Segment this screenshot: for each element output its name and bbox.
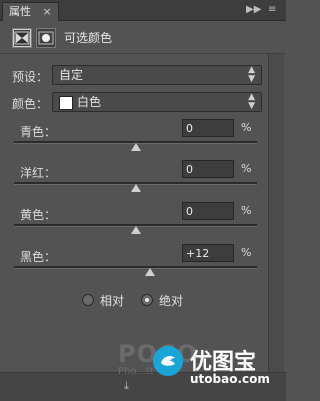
color-swatch xyxy=(59,96,73,110)
magenta-unit: % xyxy=(241,162,252,175)
chevron-updown-icon: ▲ ▼ xyxy=(248,92,255,111)
adjustment-title: 可选颜色 xyxy=(64,31,113,45)
black-track[interactable] xyxy=(14,266,257,269)
chevron-updown-icon: ▲ ▼ xyxy=(248,65,255,84)
tab-properties[interactable]: 属性 × xyxy=(2,2,59,21)
colors-select[interactable]: 白色 ▲ ▼ xyxy=(52,92,262,112)
close-icon[interactable]: × xyxy=(43,5,52,18)
adjustment-header: 可选颜色 xyxy=(0,21,286,54)
magenta-label: 洋红： xyxy=(20,166,57,180)
cyan-thumb[interactable] xyxy=(130,143,141,151)
yellow-input[interactable]: 0 xyxy=(182,202,234,220)
bird-logo-icon xyxy=(153,346,183,376)
watermark-sub: Pho...tt xyxy=(118,366,154,377)
magenta-thumb[interactable] xyxy=(130,184,141,192)
properties-panel: 属性 × ▶▶ ≡ 可选颜色 预设： 自定 ▲ ▼ 颜色： 白色 ▲ ▼ 青色：… xyxy=(0,0,286,401)
scrollbar[interactable] xyxy=(268,54,284,372)
black-thumb[interactable] xyxy=(145,268,156,276)
watermark-url: utobao.com xyxy=(190,372,270,386)
yellow-thumb[interactable] xyxy=(130,226,141,234)
colors-value: 白色 xyxy=(77,95,102,109)
absolute-label: 绝对 xyxy=(159,294,184,308)
preset-label: 预设： xyxy=(12,70,49,84)
mask-icon[interactable] xyxy=(36,28,56,48)
yellow-unit: % xyxy=(241,204,252,217)
yellow-label: 黄色： xyxy=(20,208,57,222)
relative-radio[interactable] xyxy=(82,294,94,306)
cyan-input[interactable]: 0 xyxy=(182,119,234,137)
relative-label: 相对 xyxy=(100,294,125,308)
black-label: 黑色： xyxy=(20,250,57,264)
preset-value: 自定 xyxy=(59,68,84,82)
tab-label: 属性 xyxy=(9,5,31,18)
clip-to-layer-icon[interactable]: ⤓ xyxy=(124,379,129,393)
adjustment-icon[interactable] xyxy=(12,28,32,48)
magenta-input[interactable]: 0 xyxy=(182,160,234,178)
menu-icon[interactable]: ≡ xyxy=(268,4,276,16)
black-input[interactable]: +12 xyxy=(182,244,234,262)
preset-select[interactable]: 自定 ▲ ▼ xyxy=(52,65,262,85)
absolute-radio[interactable] xyxy=(141,294,153,306)
expand-icon[interactable]: ▶▶ xyxy=(246,4,261,16)
cyan-unit: % xyxy=(241,121,252,134)
panel-tab-bar: 属性 × ▶▶ ≡ xyxy=(0,0,286,21)
cyan-label: 青色： xyxy=(20,125,57,139)
black-unit: % xyxy=(241,246,252,259)
colors-label: 颜色： xyxy=(12,97,49,111)
